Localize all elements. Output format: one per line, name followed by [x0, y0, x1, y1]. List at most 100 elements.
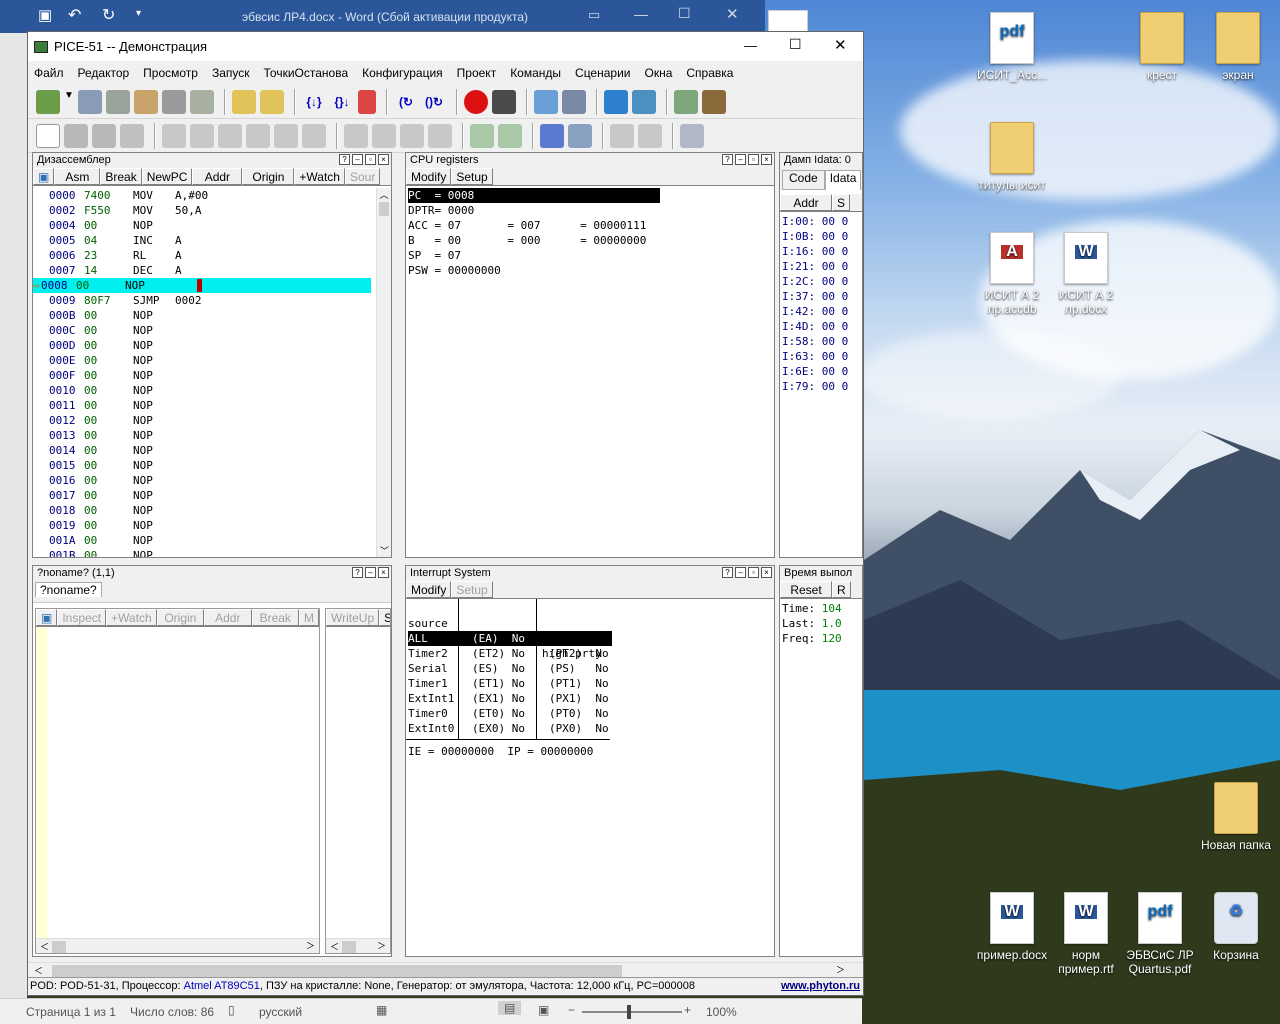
interrupt-row[interactable]: Timer2 (ET2) No (PT2) No — [408, 646, 774, 661]
zoom-level[interactable]: 100% — [706, 1005, 737, 1019]
idata-row[interactable]: I:0B: 00 0 — [782, 229, 862, 244]
replace-icon[interactable] — [400, 123, 424, 148]
web-layout-icon[interactable]: ▣ — [538, 1003, 549, 1017]
inspect-button[interactable]: Inspect — [57, 609, 107, 626]
desktop-icon-krest[interactable]: крест — [1120, 12, 1204, 82]
load-program-icon[interactable] — [36, 89, 60, 114]
menu-view[interactable]: Просмотр — [143, 66, 198, 80]
disasm-row[interactable]: 0008 00 NOP ⇨ — [33, 278, 371, 293]
clipboard-icon[interactable] — [274, 123, 298, 148]
zoom-out-icon[interactable]: − — [568, 1003, 575, 1017]
filter-clear-icon[interactable] — [638, 123, 662, 148]
interrupt-row[interactable]: Timer1 (ET1) No (PT1) No — [408, 676, 774, 691]
save-file-icon[interactable] — [64, 123, 88, 148]
minimize-icon[interactable]: – — [735, 154, 746, 165]
help-icon[interactable]: ? — [352, 567, 363, 578]
menu-help[interactable]: Справка — [686, 66, 733, 80]
idata-row[interactable]: I:2C: 00 0 — [782, 274, 862, 289]
disasm-row[interactable]: 0018 00 NOP — [41, 503, 376, 518]
watch-icon[interactable] — [562, 89, 586, 114]
disasm-row[interactable]: 0000 7400 MOV A,#00 — [41, 188, 376, 203]
desktop-icon-isit-accdb[interactable]: A ИСИТ А 2 лр.accdb — [970, 232, 1054, 316]
device-icon[interactable] — [702, 89, 726, 114]
disasm-row[interactable]: 000F 00 NOP — [41, 368, 376, 383]
tab-code[interactable]: Code — [782, 170, 825, 190]
disasm-row[interactable]: 0016 00 NOP — [41, 473, 376, 488]
idata-row[interactable]: I:79: 00 0 — [782, 379, 862, 394]
close-icon[interactable]: × — [378, 567, 389, 578]
interrupt-row[interactable]: Timer0 (ET0) No (PT0) No — [408, 706, 774, 721]
tab-idata[interactable]: Idata — [824, 170, 862, 190]
interrupt-row[interactable]: ExtInt0 (EX0) No (PX0) No — [408, 721, 774, 736]
help-icon[interactable]: ? — [339, 154, 350, 165]
close-icon[interactable]: × — [761, 154, 772, 165]
register-b[interactable]: B = 00 = 000 = 00000000 — [408, 233, 774, 248]
step-over-icon[interactable]: {}↓ — [330, 90, 354, 114]
font-icon[interactable] — [540, 123, 564, 148]
disasm-row[interactable]: 0017 00 NOP — [41, 488, 376, 503]
tools-icon[interactable] — [106, 89, 130, 114]
print-icon[interactable] — [120, 123, 144, 148]
animate-icon[interactable]: (↻ — [394, 90, 418, 114]
setup-button[interactable]: Setup — [451, 168, 493, 185]
interrupt-row[interactable]: ExtInt1 (EX1) No (PX1) No — [408, 691, 774, 706]
close-icon[interactable]: × — [761, 567, 772, 578]
goto-icon[interactable] — [470, 123, 494, 148]
register-sp[interactable]: SP = 07 — [408, 248, 774, 263]
step-out-icon[interactable] — [358, 89, 376, 114]
minimize-icon[interactable]: – — [352, 154, 363, 165]
menu-windows[interactable]: Окна — [645, 66, 673, 80]
disasm-row[interactable]: 0009 80F7 SJMP 0002 — [41, 293, 376, 308]
idata-row[interactable]: I:16: 00 0 — [782, 244, 862, 259]
register-acc[interactable]: ACC = 07 = 007 = 00000111 — [408, 218, 774, 233]
disasm-row[interactable]: 000E 00 NOP — [41, 353, 376, 368]
scroll-right-icon[interactable]: ＞ — [377, 939, 386, 952]
status-cpu-link[interactable]: Atmel AT89C51 — [184, 980, 260, 992]
disasm-row[interactable]: 000D 00 NOP — [41, 338, 376, 353]
save-icon[interactable]: ▣ — [38, 6, 52, 24]
save-all-icon[interactable] — [92, 123, 116, 148]
save-project-icon[interactable] — [260, 89, 284, 114]
idata-addr-button[interactable]: Addr — [780, 194, 832, 211]
desktop-icon-isit-docx[interactable]: W ИСИТ А 2 лр.docx — [1044, 232, 1128, 316]
idata-row[interactable]: I:42: 00 0 — [782, 304, 862, 319]
watch-list[interactable] — [36, 628, 48, 938]
idata-dump-list[interactable]: I:00: 00 0 I:0B: 00 0 I:16: 00 0 I:21: 00 0… — [780, 212, 862, 394]
disasm-row[interactable]: 0019 00 NOP — [41, 518, 376, 533]
newpc-button[interactable]: NewPC — [141, 168, 193, 185]
interrupt-table[interactable]: source enable high prty ALL(EA) NoTimer2… — [406, 599, 774, 759]
register-psw[interactable]: PSW = 00000000 — [408, 263, 774, 278]
scroll-thumb[interactable] — [342, 940, 357, 953]
scroll-left-icon[interactable]: ＜ — [326, 942, 339, 952]
menu-commands[interactable]: Команды — [510, 66, 561, 80]
add-watch-button[interactable]: +Watch — [106, 609, 157, 626]
scroll-down-icon[interactable]: ﹀ — [377, 544, 392, 557]
disasm-menu-icon[interactable]: ▣ — [33, 168, 55, 185]
desktop-icon-ekran[interactable]: экран — [1196, 12, 1280, 82]
find-next-icon[interactable] — [372, 123, 396, 148]
scroll-right-icon[interactable]: ＞ — [306, 939, 315, 952]
writeup-button[interactable]: WriteUp — [326, 609, 380, 626]
ie-ip-line[interactable]: IE = 00000000 IP = 00000000 — [408, 744, 774, 759]
interrupt-modify-button[interactable]: Modify — [406, 581, 452, 598]
clipboard2-icon[interactable] — [302, 123, 326, 148]
step-into-icon[interactable]: {↓} — [302, 90, 326, 114]
restore-icon[interactable]: ▫ — [748, 567, 759, 578]
idata-row[interactable]: I:37: 00 0 — [782, 289, 862, 304]
scroll-left-icon[interactable]: ＜ — [36, 942, 49, 952]
origin-button[interactable]: Origin — [242, 168, 295, 185]
source-button[interactable]: Sour — [344, 168, 381, 185]
zoom-thumb[interactable] — [627, 1005, 631, 1019]
reload-icon[interactable] — [78, 89, 102, 114]
desktop-icon-ebvsis-pdf[interactable]: pdf ЭБВСиС ЛР Quartus.pdf — [1118, 892, 1202, 976]
cpu-register-list[interactable]: PC = 0008 DPTR= 0000 ACC = 07 = 007 = 00… — [406, 186, 774, 278]
page-count[interactable]: Страница 1 из 1 — [26, 1005, 116, 1019]
interrupt-row[interactable]: Serial (ES) No (PS) No — [408, 661, 774, 676]
disassembler-listing[interactable]: 0000 7400 MOV A,#00 0002 F550 MOV 50,A 0004 00 NOP… — [33, 188, 376, 557]
find-icon[interactable] — [344, 123, 368, 148]
disasm-row[interactable]: 0005 04 INC A — [41, 233, 376, 248]
addr-button[interactable]: Addr — [192, 168, 243, 185]
register-pc[interactable]: PC = 0008 — [408, 188, 660, 203]
menu-configuration[interactable]: Конфигурация — [362, 66, 443, 80]
main-hscroll[interactable]: ＜ ＞ — [28, 962, 863, 977]
